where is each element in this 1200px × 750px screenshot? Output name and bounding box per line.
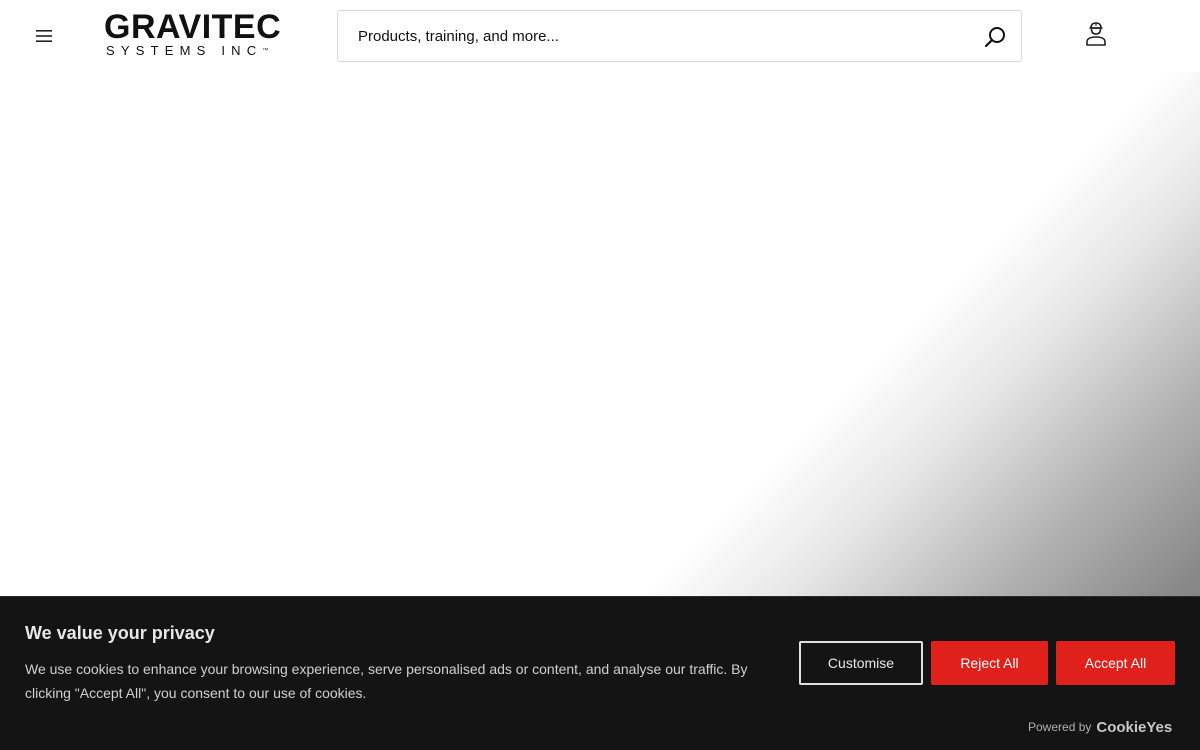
search-bar — [337, 10, 1022, 62]
menu-button[interactable] — [30, 22, 58, 50]
site-header: GRAVITEC SYSTEMS INC™ — [0, 0, 1200, 72]
logo-trademark: ™ — [262, 48, 269, 54]
search-button[interactable] — [981, 23, 1009, 51]
customise-button[interactable]: Customise — [799, 641, 923, 685]
logo-subtitle: SYSTEMS INC™ — [106, 44, 268, 58]
logo-title: GRAVITEC — [104, 8, 282, 46]
site-logo[interactable]: GRAVITEC SYSTEMS INC™ — [104, 8, 282, 60]
cookie-banner-title: We value your privacy — [25, 623, 215, 643]
cookie-banner-text: We use cookies to enhance your browsing … — [25, 661, 748, 701]
powered-by: Powered by CookieYes — [1028, 716, 1172, 738]
powered-by-label: Powered by — [1028, 720, 1092, 734]
account-button[interactable] — [1082, 18, 1110, 48]
accept-all-button[interactable]: Accept All — [1056, 641, 1175, 685]
cookieyes-logo[interactable]: CookieYes — [1096, 719, 1172, 736]
hamburger-menu-icon — [36, 30, 52, 42]
reject-all-button[interactable]: Reject All — [931, 641, 1048, 685]
user-account-icon — [1086, 22, 1106, 46]
search-input[interactable] — [356, 11, 956, 61]
page: GRAVITEC SYSTEMS INC™ We value your pr — [0, 0, 1200, 750]
logo-subtitle-text: SYSTEMS INC — [106, 43, 263, 58]
search-icon — [984, 27, 1005, 48]
